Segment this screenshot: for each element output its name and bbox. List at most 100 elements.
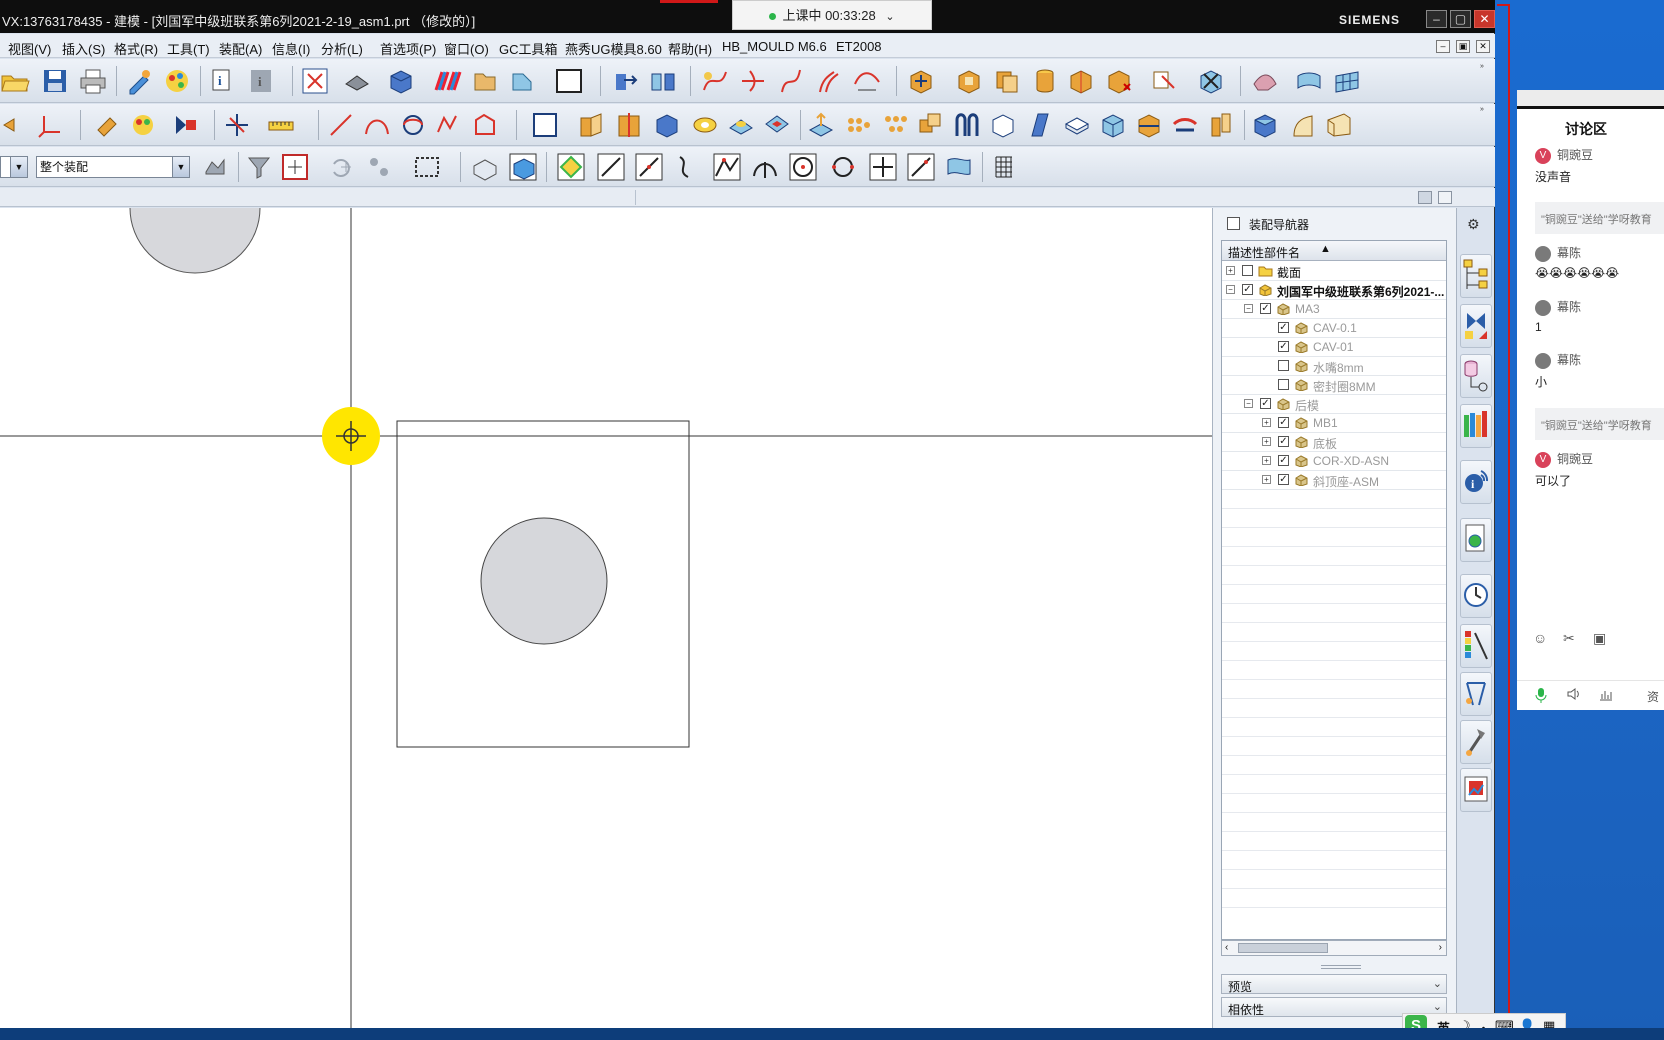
- snap-on-surface-icon[interactable]: [944, 152, 974, 182]
- tree-node[interactable]: 密封圈8MM: [1222, 375, 1446, 395]
- visibility-checkbox[interactable]: ✓: [1278, 455, 1289, 466]
- visibility-checkbox[interactable]: ✓: [1278, 341, 1289, 352]
- remove-params-icon[interactable]: [1196, 66, 1226, 96]
- panel-toggle-icon[interactable]: [1418, 191, 1432, 204]
- speaker-icon[interactable]: [1567, 687, 1581, 701]
- mic-icon[interactable]: [1535, 687, 1547, 703]
- palette-tool-icon[interactable]: [128, 110, 158, 140]
- snap-quadrant-icon[interactable]: [828, 152, 858, 182]
- tree-node[interactable]: ✓ CAV-0.1: [1222, 318, 1446, 338]
- sew-icon[interactable]: [1170, 110, 1200, 140]
- tree-expander-icon[interactable]: +: [1262, 475, 1271, 484]
- information-icon[interactable]: i: [208, 66, 238, 96]
- pattern-feature-icon[interactable]: [954, 66, 984, 96]
- polygon-icon[interactable]: [470, 110, 500, 140]
- hd3d-info-icon[interactable]: i: [1460, 460, 1492, 504]
- tree-expander-icon[interactable]: −: [1244, 304, 1253, 313]
- part-navigator-icon[interactable]: [1460, 354, 1492, 398]
- menu-analysis[interactable]: 分析(L): [321, 39, 363, 58]
- settings-gear-icon[interactable]: ⚙: [1467, 216, 1480, 233]
- reuse-library-icon[interactable]: [1460, 404, 1492, 448]
- snap-midpoint-icon[interactable]: [596, 152, 626, 182]
- sketch-plane-icon[interactable]: [530, 110, 560, 140]
- trim-curve-icon[interactable]: [738, 66, 768, 96]
- unite-icon[interactable]: [916, 110, 946, 140]
- menu-yanxiu-mold[interactable]: 燕秀UG模具8.60: [565, 39, 662, 58]
- tree-node[interactable]: − ✓ 刘国军中级班联系第6列2021-...: [1222, 280, 1446, 300]
- menu-hb-mould[interactable]: HB_MOULD M6.6: [722, 39, 827, 54]
- trim-body-icon[interactable]: [1098, 110, 1128, 140]
- layer-folder-icon[interactable]: [470, 66, 500, 96]
- class-status-badge[interactable]: 上课中 00:33:28 ⌄: [732, 0, 932, 30]
- assembly-navigator-tab-icon[interactable]: [1460, 254, 1492, 298]
- chat-username[interactable]: V 铜豌豆: [1535, 450, 1593, 468]
- shell-icon[interactable]: [1062, 110, 1092, 140]
- type-filter-select[interactable]: ▼: [0, 156, 28, 178]
- arc-icon[interactable]: [362, 110, 392, 140]
- wave-link-icon[interactable]: [1150, 66, 1180, 96]
- scrollbar-thumb[interactable]: [1238, 943, 1328, 953]
- tree-node[interactable]: + ✓ 斜顶座-ASM: [1222, 470, 1446, 490]
- solid-block-icon[interactable]: [386, 66, 416, 96]
- tree-node[interactable]: 水嘴8mm: [1222, 356, 1446, 376]
- paint-icon[interactable]: [92, 110, 122, 140]
- snap-curve-icon[interactable]: [672, 152, 702, 182]
- menu-assembly[interactable]: 装配(A): [219, 39, 262, 58]
- point-set-icon[interactable]: [222, 110, 252, 140]
- tree-node[interactable]: − ✓ MA3: [1222, 299, 1446, 319]
- select-face-icon[interactable]: [508, 152, 538, 182]
- menu-view[interactable]: 视图(V): [8, 39, 51, 58]
- pocket-icon[interactable]: [762, 110, 792, 140]
- shaded-view-icon[interactable]: [342, 66, 372, 96]
- chat-username[interactable]: 幕陈: [1535, 298, 1581, 316]
- mesh-surface-icon[interactable]: [1332, 66, 1362, 96]
- snap-existing-point-icon[interactable]: [868, 152, 898, 182]
- maximize-button[interactable]: ▢: [1450, 10, 1471, 28]
- manufacturing-wizard-icon[interactable]: [1460, 720, 1492, 764]
- image-icon[interactable]: ▣: [1593, 630, 1606, 647]
- select-all-icon[interactable]: [364, 152, 394, 182]
- tree-expander-icon[interactable]: +: [1262, 456, 1271, 465]
- color-palette-icon[interactable]: [162, 66, 192, 96]
- process-studio-icon[interactable]: [1460, 672, 1492, 716]
- chamfer-icon[interactable]: [988, 110, 1018, 140]
- chat-username[interactable]: 幕陈: [1535, 244, 1581, 262]
- sort-ascending-icon[interactable]: ▲: [1320, 243, 1331, 255]
- block-icon[interactable]: [652, 110, 682, 140]
- draft-icon[interactable]: [1026, 110, 1056, 140]
- scroll-right-icon[interactable]: ›: [1439, 942, 1442, 953]
- menu-et2008[interactable]: ET2008: [836, 39, 882, 54]
- hole-icon[interactable]: [690, 110, 720, 140]
- visibility-checkbox[interactable]: ✓: [1260, 303, 1271, 314]
- scroll-left-icon[interactable]: ‹: [1225, 942, 1228, 953]
- visualization-icon[interactable]: [1460, 624, 1492, 668]
- visibility-checkbox[interactable]: ✓: [1278, 417, 1289, 428]
- move-layer-icon[interactable]: [508, 66, 538, 96]
- measure-distance-icon[interactable]: [266, 110, 296, 140]
- visibility-checkbox[interactable]: ✓: [1278, 474, 1289, 485]
- chat-username[interactable]: 幕陈: [1535, 351, 1581, 369]
- scope-filter-select[interactable]: 整个装配 ▼: [36, 156, 190, 178]
- instance-pattern-icon[interactable]: [842, 110, 872, 140]
- menu-insert[interactable]: 插入(S): [62, 39, 105, 58]
- navigator-pin-icon[interactable]: [1227, 217, 1240, 230]
- visibility-checkbox[interactable]: ✓: [1260, 398, 1271, 409]
- history-clock-icon[interactable]: [1460, 574, 1492, 618]
- tree-node[interactable]: ✓ CAV-01: [1222, 337, 1446, 357]
- curve-fit-icon[interactable]: [852, 66, 882, 96]
- circle-arc-icon[interactable]: [398, 110, 428, 140]
- view-frame-icon[interactable]: [554, 66, 584, 96]
- constraint-navigator-icon[interactable]: [1460, 304, 1492, 348]
- panel-float-icon[interactable]: [1438, 191, 1452, 204]
- open-folder-icon[interactable]: [0, 66, 30, 96]
- menu-preferences[interactable]: 首选项(P): [380, 39, 436, 58]
- split-body-icon[interactable]: [1134, 110, 1164, 140]
- emboss-icon[interactable]: [806, 110, 836, 140]
- snap-point-icon[interactable]: [280, 152, 310, 182]
- menu-help[interactable]: 帮助(H): [668, 39, 712, 58]
- close-button[interactable]: ✕: [1474, 10, 1495, 28]
- web-browser-icon[interactable]: [1460, 518, 1492, 562]
- tree-node[interactable]: + ✓ MB1: [1222, 413, 1446, 433]
- rectangle-select-icon[interactable]: [412, 152, 442, 182]
- menu-gc-toolbox[interactable]: GC工具箱: [499, 39, 558, 58]
